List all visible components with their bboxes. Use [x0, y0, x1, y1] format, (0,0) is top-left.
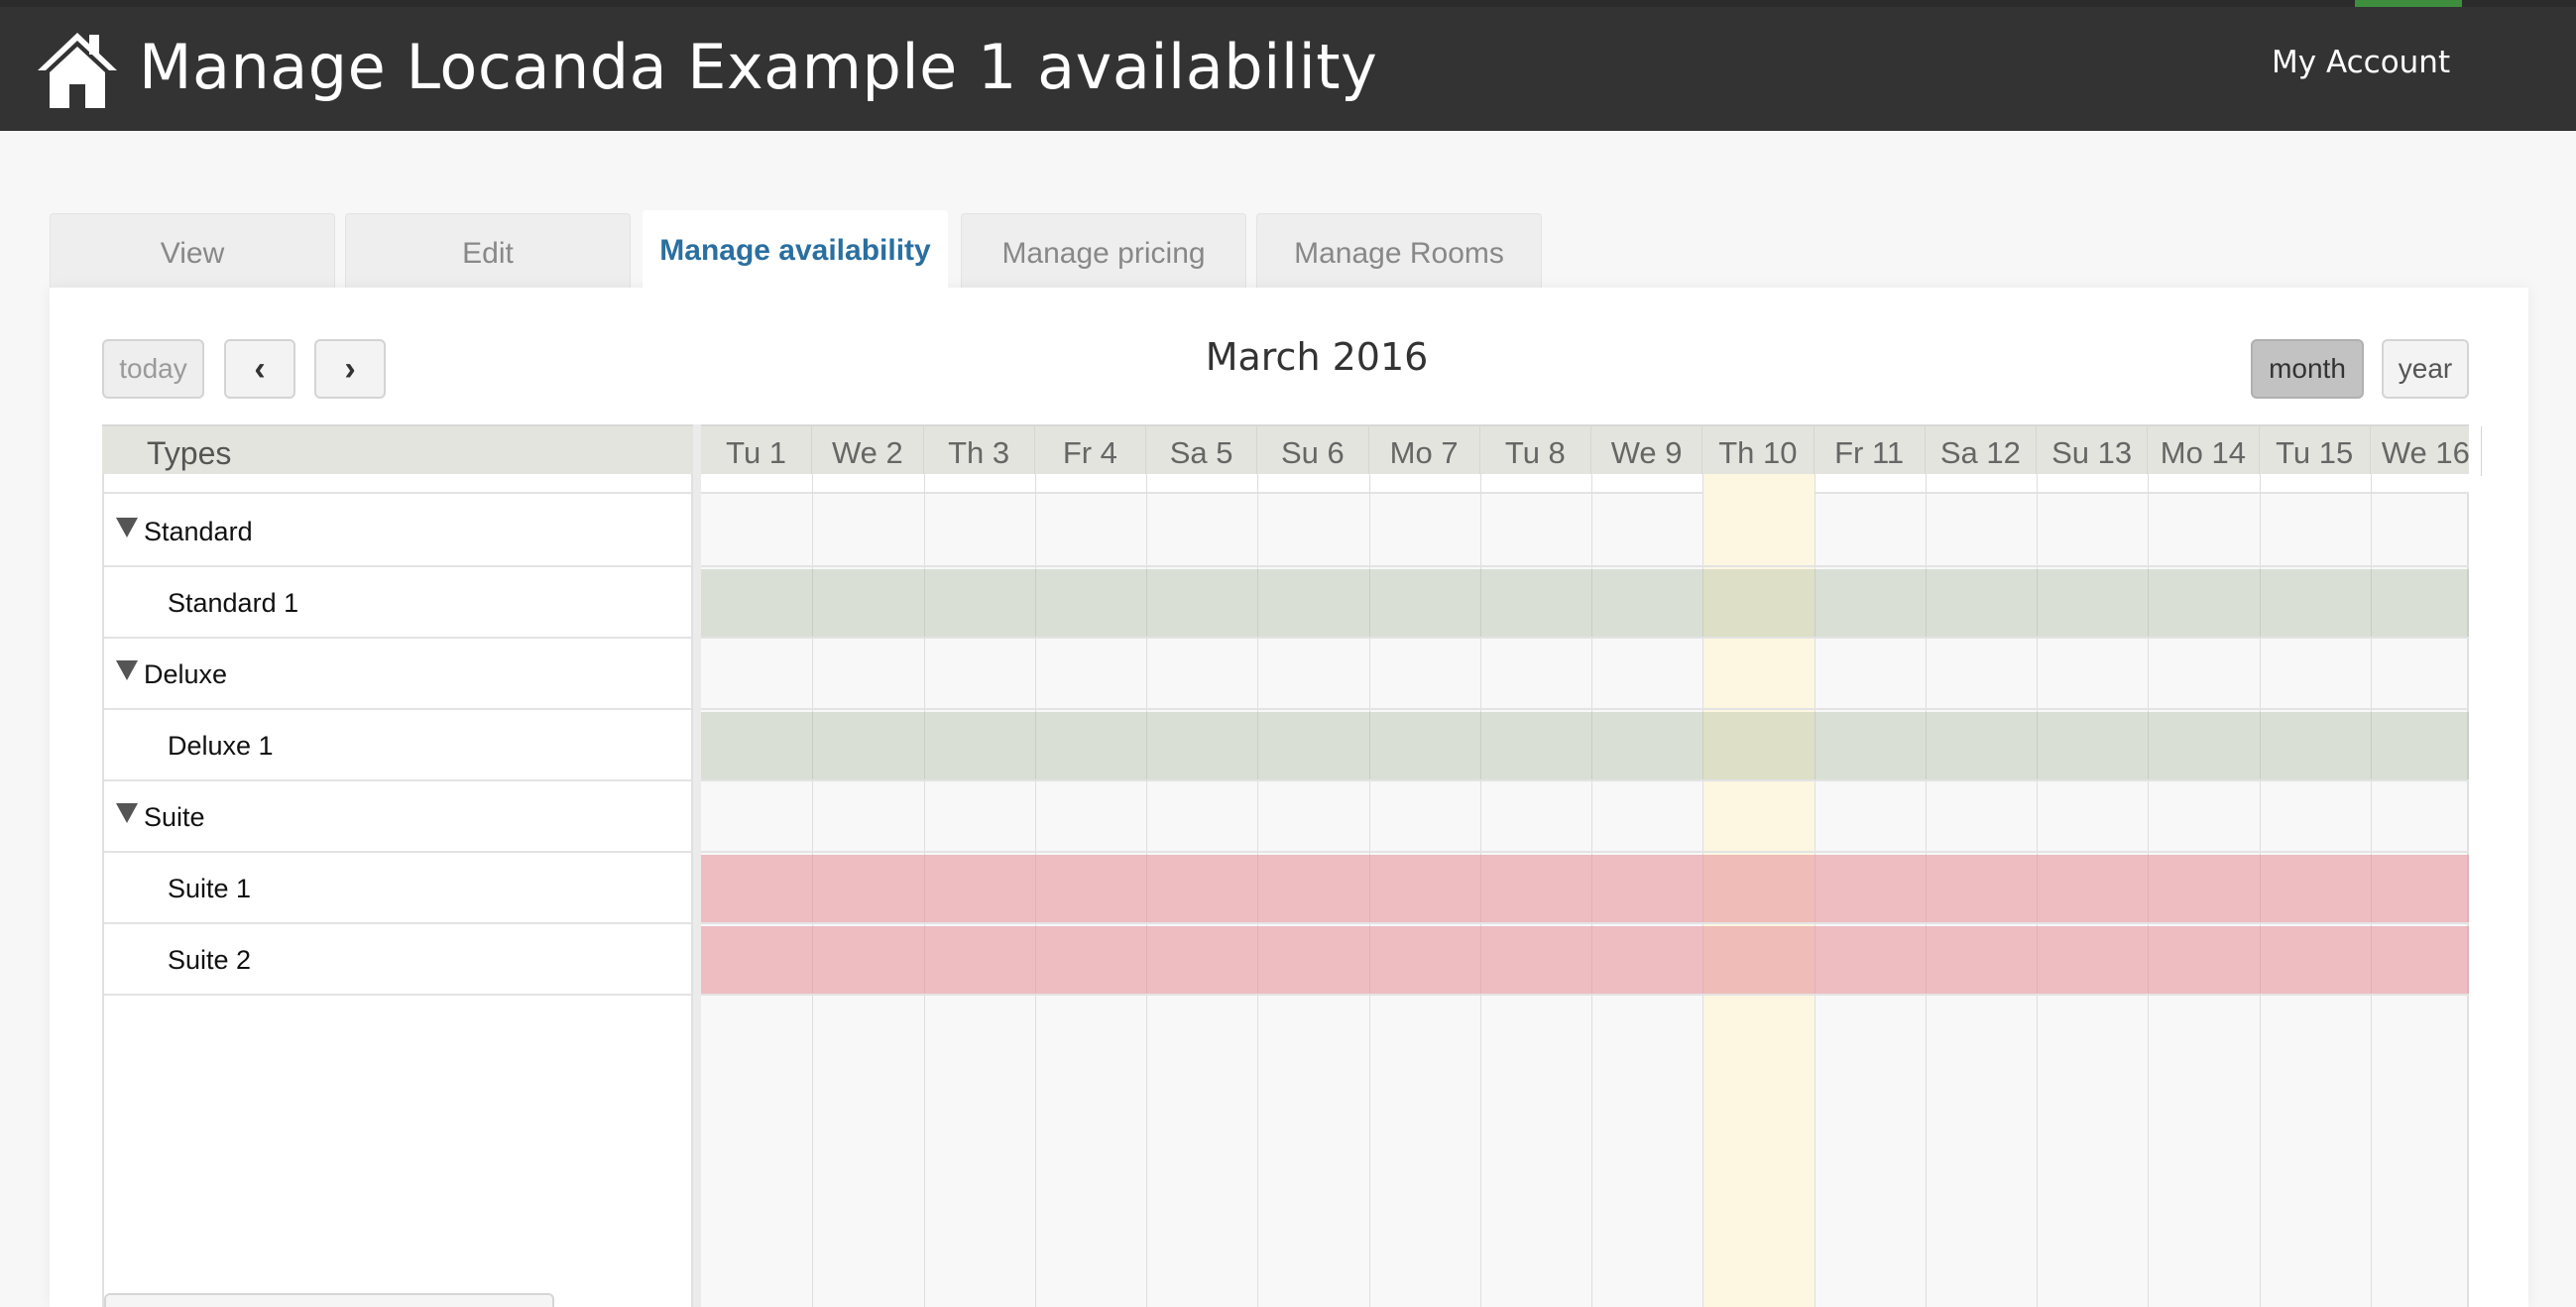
grid-row-line [701, 779, 2469, 781]
type-group-row: Standard [104, 496, 691, 567]
availability-grid [701, 474, 2469, 1307]
room-availability-band-unavailable[interactable] [701, 926, 2469, 994]
day-header-cell: Tu 8 [1480, 426, 1591, 476]
chevron-right-icon: › [344, 350, 356, 388]
day-header-cell: Th 3 [924, 426, 1035, 476]
tab-manage-availability[interactable]: Manage availability [643, 210, 948, 290]
day-header-cell: Mo 7 [1369, 426, 1480, 476]
day-header-row: Tu 1 We 2 Th 3 Fr 4 Sa 5 Su 6 Mo 7 Tu 8 We 9 Th 1… [701, 424, 2482, 476]
tab-edit[interactable]: Edit [345, 213, 631, 288]
day-header-cell: We 16 [2371, 426, 2482, 476]
grid-row-line [701, 922, 2469, 924]
type-group-label: Suite [144, 802, 205, 832]
room-label: Deluxe 1 [168, 731, 274, 761]
type-group-row: Suite [104, 781, 691, 853]
grid-row-line [701, 637, 2469, 639]
room-label: Suite 1 [168, 874, 252, 903]
type-group-label: Deluxe [144, 659, 228, 689]
tab-manage-rooms[interactable]: Manage Rooms [1256, 213, 1542, 288]
grid-row-line [701, 994, 2469, 996]
accent-marker [2355, 0, 2462, 7]
type-group-label: Standard [144, 517, 253, 546]
day-header-cell: We 2 [812, 426, 924, 476]
page-title: Manage Locanda Example 1 availability [139, 31, 1378, 103]
day-header-cell: We 9 [1591, 426, 1703, 476]
room-availability-band-available[interactable] [701, 712, 2469, 779]
room-row: Suite 2 [104, 924, 691, 996]
top-accent-bar [0, 0, 2576, 7]
prev-button[interactable]: ‹ [224, 339, 295, 399]
column-splitter[interactable] [693, 424, 701, 1307]
collapse-triangle-icon[interactable] [116, 803, 138, 823]
room-label: Standard 1 [168, 588, 299, 618]
calendar-title: March 2016 [1205, 335, 1429, 379]
collapse-triangle-icon[interactable] [116, 660, 138, 680]
home-icon[interactable] [36, 29, 119, 112]
grid-spacer-row [701, 474, 2469, 494]
my-account-link[interactable]: My Account [2272, 37, 2450, 88]
types-header-label: Types [147, 435, 232, 471]
site-header: Manage Locanda Example 1 availability My… [0, 7, 2576, 131]
collapse-triangle-icon[interactable] [116, 518, 138, 537]
room-row: Standard 1 [104, 567, 691, 639]
grid-row-line [701, 851, 2469, 853]
types-spacer [104, 474, 691, 494]
day-header-cell: Su 6 [1257, 426, 1369, 476]
room-row: Suite 1 [104, 853, 691, 924]
today-button[interactable]: today [102, 339, 204, 399]
day-header-cell: Fr 11 [1815, 426, 1926, 476]
grid-row-line [701, 708, 2469, 710]
day-header-cell: Fr 4 [1035, 426, 1146, 476]
day-header-cell: Sa 5 [1146, 426, 1258, 476]
types-header: Types [102, 424, 693, 474]
type-group-row: Deluxe [104, 639, 691, 710]
chevron-left-icon: ‹ [254, 350, 266, 388]
room-availability-band-available[interactable] [701, 569, 2469, 637]
day-header-cell: Th 10 [1702, 426, 1815, 476]
types-column: Standard Standard 1 Deluxe Deluxe 1 Suite Sui… [102, 474, 693, 1307]
day-header-cell: Sa 12 [1926, 426, 2037, 476]
day-header-cell: Su 13 [2037, 426, 2149, 476]
year-view-button[interactable]: year [2382, 339, 2469, 399]
day-header-cell: Tu 15 [2260, 426, 2371, 476]
tab-manage-pricing[interactable]: Manage pricing [961, 213, 1246, 288]
tab-view[interactable]: View [50, 213, 335, 288]
grid-row-line [701, 565, 2469, 567]
next-button[interactable]: › [314, 339, 386, 399]
room-availability-band-unavailable[interactable] [701, 855, 2469, 922]
day-header-cell: Mo 14 [2148, 426, 2260, 476]
month-view-button[interactable]: month [2251, 339, 2364, 399]
room-label: Suite 2 [168, 945, 252, 975]
room-row: Deluxe 1 [104, 710, 691, 781]
horizontal-scrollbar[interactable] [104, 1293, 554, 1307]
day-header-cell: Tu 1 [701, 426, 813, 476]
